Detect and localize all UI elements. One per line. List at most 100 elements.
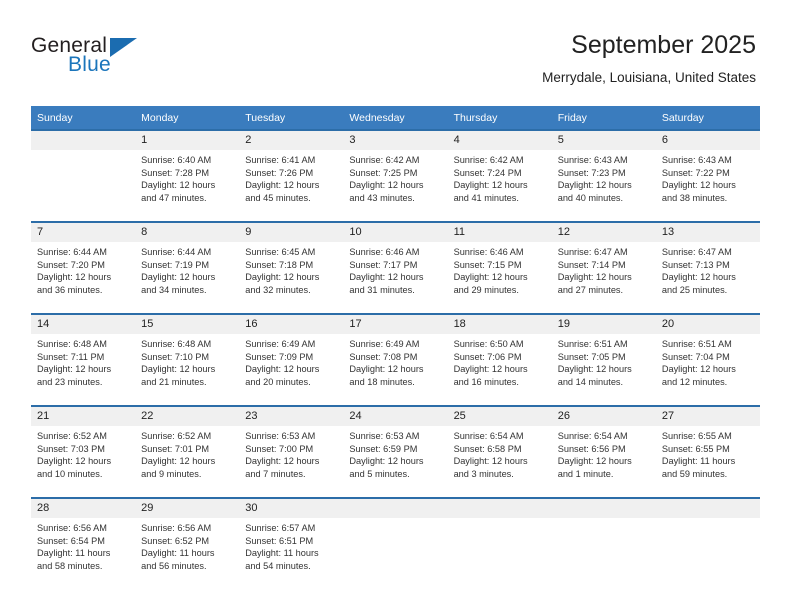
calendar-day-cell[interactable]: 13 Sunrise: 6:47 AM Sunset: 7:13 PM Dayligh…	[655, 221, 760, 314]
daylight-label-line1: Daylight: 12 hours	[37, 364, 112, 375]
daylight-label-line2: and 41 minutes.	[453, 192, 519, 203]
calendar-day-cell[interactable]: 15 Sunrise: 6:48 AM Sunset: 7:10 PM Dayligh…	[135, 313, 240, 406]
calendar-day-cell[interactable]: 14 Sunrise: 6:48 AM Sunset: 7:11 PM Dayligh…	[31, 313, 136, 406]
sunset-label: Sunset: 7:01 PM	[141, 443, 210, 454]
day-number: 9	[239, 223, 344, 242]
calendar-day-cell[interactable]: 29 Sunrise: 6:56 AM Sunset: 6:52 PM Dayligh…	[135, 497, 240, 589]
calendar-day-cell[interactable]: 17 Sunrise: 6:49 AM Sunset: 7:08 PM Dayligh…	[343, 313, 448, 406]
sunrise-label: Sunrise: 6:49 AM	[349, 339, 420, 349]
day-details: Sunrise: 6:51 AM Sunset: 7:04 PM Daylight:…	[656, 334, 760, 388]
daylight-label-line1: Daylight: 11 hours	[661, 456, 736, 467]
sunrise-label: Sunrise: 6:54 AM	[557, 431, 628, 441]
day-details: Sunrise: 6:42 AM Sunset: 7:25 PM Daylight:…	[343, 150, 447, 204]
calendar-day-cell[interactable]: 10 Sunrise: 6:46 AM Sunset: 7:17 PM Dayligh…	[343, 221, 448, 314]
calendar-day-cell[interactable]: 9 Sunrise: 6:45 AM Sunset: 7:18 PM Daylight…	[239, 221, 344, 314]
calendar-day-cell[interactable]: 4 Sunrise: 6:42 AM Sunset: 7:24 PM Daylight…	[447, 129, 552, 222]
daylight-label-line2: and 23 minutes.	[37, 376, 103, 387]
day-details: Sunrise: 6:44 AM Sunset: 7:19 PM Daylight:…	[135, 242, 239, 296]
day-details: Sunrise: 6:54 AM Sunset: 6:56 PM Daylight:…	[552, 426, 656, 480]
sunrise-label: Sunrise: 6:42 AM	[349, 155, 420, 165]
sunrise-label: Sunrise: 6:42 AM	[453, 155, 524, 165]
sunrise-label: Sunrise: 6:51 AM	[661, 339, 732, 349]
calendar-day-cell[interactable]: 27 Sunrise: 6:55 AM Sunset: 6:55 PM Dayligh…	[655, 405, 760, 498]
calendar-day-cell[interactable]: 3 Sunrise: 6:42 AM Sunset: 7:25 PM Daylight…	[343, 129, 448, 222]
weekday-header-thursday: Thursday	[447, 106, 552, 130]
daylight-label-line2: and 59 minutes.	[661, 468, 728, 479]
calendar-day-cell[interactable]: 7 Sunrise: 6:44 AM Sunset: 7:20 PM Daylight…	[31, 221, 136, 314]
sunrise-label: Sunrise: 6:55 AM	[661, 431, 732, 441]
calendar-day-cell[interactable]: 18 Sunrise: 6:50 AM Sunset: 7:06 PM Dayligh…	[447, 313, 552, 406]
daylight-label-line2: and 14 minutes.	[557, 376, 624, 387]
calendar-day-cell[interactable]: 12 Sunrise: 6:47 AM Sunset: 7:14 PM Dayligh…	[551, 221, 656, 314]
day-number: 10	[343, 223, 448, 242]
day-number: 25	[447, 407, 552, 426]
sunset-label: Sunset: 7:23 PM	[557, 167, 626, 178]
day-number	[31, 131, 136, 150]
day-number: 22	[135, 407, 240, 426]
weekday-header-saturday: Saturday	[655, 106, 760, 130]
calendar-day-cell[interactable]: 21 Sunrise: 6:52 AM Sunset: 7:03 PM Dayligh…	[31, 405, 136, 498]
day-details: Sunrise: 6:52 AM Sunset: 7:01 PM Daylight:…	[135, 426, 239, 480]
day-number	[551, 499, 656, 518]
daylight-label-line1: Daylight: 12 hours	[557, 456, 632, 467]
calendar-day-cell[interactable]: 30 Sunrise: 6:57 AM Sunset: 6:51 PM Dayligh…	[239, 497, 344, 589]
calendar-day-cell[interactable]: 5 Sunrise: 6:43 AM Sunset: 7:23 PM Daylight…	[551, 129, 656, 222]
calendar-day-cell-empty	[551, 497, 656, 589]
daylight-label-line1: Daylight: 12 hours	[37, 456, 112, 467]
sunrise-label: Sunrise: 6:44 AM	[141, 247, 212, 257]
day-details: Sunrise: 6:53 AM Sunset: 7:00 PM Daylight:…	[239, 426, 343, 480]
daylight-label-line2: and 16 minutes.	[453, 376, 519, 387]
day-number: 20	[655, 315, 760, 334]
sunset-label: Sunset: 7:24 PM	[453, 167, 522, 178]
sunset-label: Sunset: 7:17 PM	[349, 259, 418, 270]
calendar-day-cell[interactable]: 1 Sunrise: 6:40 AM Sunset: 7:28 PM Daylight…	[135, 129, 240, 222]
day-number: 24	[343, 407, 448, 426]
daylight-label-line2: and 10 minutes.	[37, 468, 103, 479]
sunrise-label: Sunrise: 6:52 AM	[37, 431, 107, 441]
day-details: Sunrise: 6:49 AM Sunset: 7:08 PM Daylight:…	[343, 334, 447, 388]
day-number: 23	[239, 407, 344, 426]
day-number: 3	[343, 131, 448, 150]
calendar-day-cell[interactable]: 26 Sunrise: 6:54 AM Sunset: 6:56 PM Dayligh…	[551, 405, 656, 498]
sunset-label: Sunset: 7:19 PM	[141, 259, 210, 270]
calendar-day-cell[interactable]: 22 Sunrise: 6:52 AM Sunset: 7:01 PM Dayligh…	[135, 405, 240, 498]
sunrise-label: Sunrise: 6:57 AM	[245, 523, 316, 533]
day-number: 8	[135, 223, 240, 242]
sunset-label: Sunset: 6:51 PM	[245, 535, 314, 546]
daylight-label-line2: and 3 minutes.	[453, 468, 514, 479]
calendar-day-cell[interactable]: 8 Sunrise: 6:44 AM Sunset: 7:19 PM Daylight…	[135, 221, 240, 314]
calendar-day-cell[interactable]: 11 Sunrise: 6:46 AM Sunset: 7:15 PM Dayligh…	[447, 221, 552, 314]
day-details: Sunrise: 6:54 AM Sunset: 6:58 PM Daylight:…	[448, 426, 552, 480]
calendar-week-row: 14 Sunrise: 6:48 AM Sunset: 7:11 PM Dayligh…	[31, 313, 760, 406]
sunset-label: Sunset: 6:55 PM	[661, 443, 730, 454]
day-details: Sunrise: 6:43 AM Sunset: 7:23 PM Daylight:…	[552, 150, 656, 204]
calendar-day-cell[interactable]: 6 Sunrise: 6:43 AM Sunset: 7:22 PM Daylight…	[655, 129, 760, 222]
calendar-day-cell[interactable]: 28 Sunrise: 6:56 AM Sunset: 6:54 PM Dayligh…	[31, 497, 136, 589]
calendar-week-row: 7 Sunrise: 6:44 AM Sunset: 7:20 PM Daylight…	[31, 221, 760, 314]
day-details: Sunrise: 6:52 AM Sunset: 7:03 PM Daylight:…	[31, 426, 135, 480]
daylight-label-line1: Daylight: 12 hours	[557, 364, 632, 375]
sunrise-label: Sunrise: 6:40 AM	[141, 155, 212, 165]
sunset-label: Sunset: 7:20 PM	[37, 259, 105, 270]
calendar-day-cell[interactable]: 25 Sunrise: 6:54 AM Sunset: 6:58 PM Dayligh…	[447, 405, 552, 498]
calendar-week-row: 28 Sunrise: 6:56 AM Sunset: 6:54 PM Dayligh…	[31, 497, 760, 589]
sunset-label: Sunset: 7:14 PM	[557, 259, 626, 270]
brand-logo[interactable]: General Blue	[31, 34, 251, 84]
day-details: Sunrise: 6:47 AM Sunset: 7:13 PM Daylight:…	[656, 242, 760, 296]
calendar-day-cell[interactable]: 16 Sunrise: 6:49 AM Sunset: 7:09 PM Dayligh…	[239, 313, 344, 406]
calendar-day-cell[interactable]: 23 Sunrise: 6:53 AM Sunset: 7:00 PM Dayligh…	[239, 405, 344, 498]
sunset-label: Sunset: 6:56 PM	[557, 443, 626, 454]
daylight-label-line1: Daylight: 12 hours	[245, 180, 320, 191]
daylight-label-line2: and 36 minutes.	[37, 284, 103, 295]
daylight-label-line2: and 21 minutes.	[141, 376, 207, 387]
calendar-day-cell[interactable]: 24 Sunrise: 6:53 AM Sunset: 6:59 PM Dayligh…	[343, 405, 448, 498]
calendar-day-cell[interactable]: 2 Sunrise: 6:41 AM Sunset: 7:26 PM Daylight…	[239, 129, 344, 222]
calendar-day-cell[interactable]: 20 Sunrise: 6:51 AM Sunset: 7:04 PM Dayligh…	[655, 313, 760, 406]
day-details: Sunrise: 6:56 AM Sunset: 6:54 PM Daylight:…	[31, 518, 135, 572]
daylight-label-line1: Daylight: 12 hours	[453, 272, 528, 283]
page-header: General Blue September 2025 Merrydale, L…	[0, 0, 792, 100]
calendar-day-cell[interactable]: 19 Sunrise: 6:51 AM Sunset: 7:05 PM Dayligh…	[551, 313, 656, 406]
day-number: 2	[239, 131, 344, 150]
sunrise-label: Sunrise: 6:52 AM	[141, 431, 212, 441]
daylight-label-line1: Daylight: 12 hours	[245, 456, 320, 467]
